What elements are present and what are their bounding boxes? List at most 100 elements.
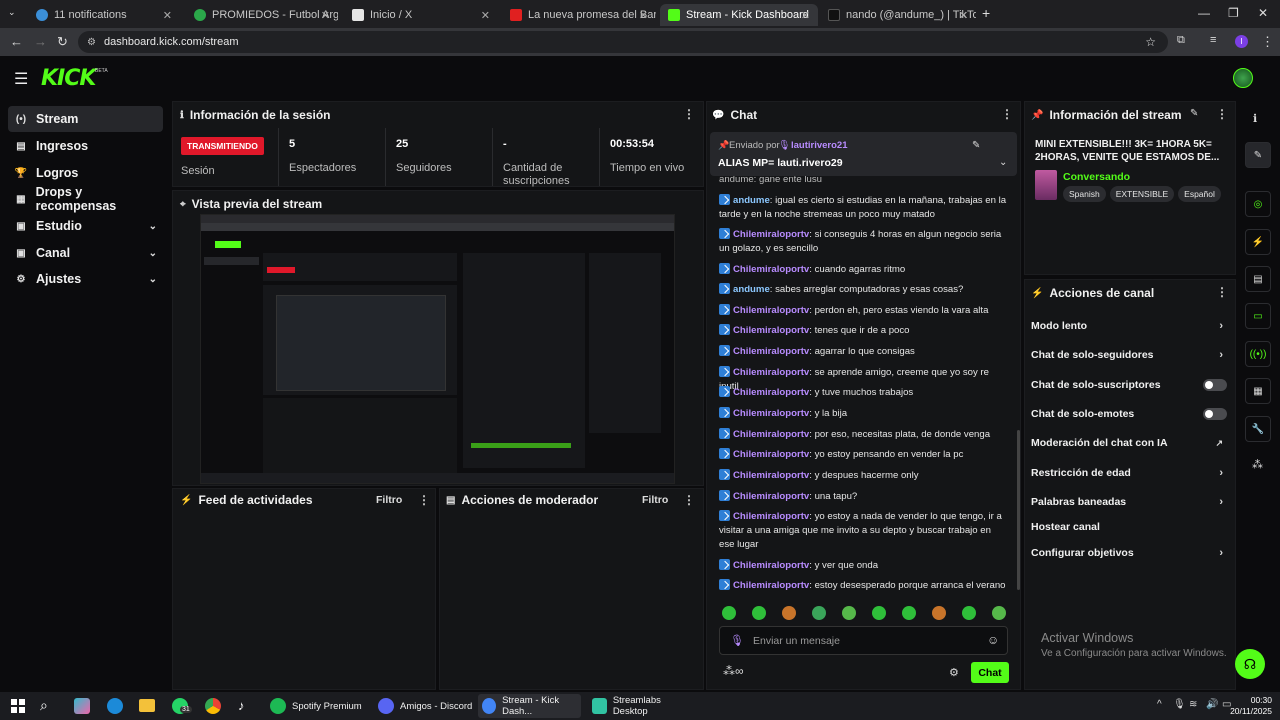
browser-tab[interactable]: Inicio / X ✕ (344, 4, 498, 26)
tag-chip[interactable]: Spanish (1063, 186, 1106, 202)
emote-icon[interactable] (752, 606, 766, 620)
more-options-icon[interactable]: ⋮ (1001, 107, 1013, 121)
chat-input-box[interactable]: 🎙 Enviar un mensaje ☺ (719, 626, 1008, 655)
emote-icon[interactable] (872, 606, 886, 620)
browser-tab[interactable]: 11 notifications ✕ (28, 4, 180, 26)
chat-send-button[interactable]: Chat (971, 662, 1009, 683)
tab-search-icon[interactable]: ⌄ (8, 7, 16, 18)
wrench-icon[interactable]: 🔧 (1245, 416, 1271, 442)
tag-chip[interactable]: EXTENSIBLE (1109, 186, 1175, 202)
action-followers-only[interactable]: Chat de solo-seguidores › (1031, 345, 1229, 365)
extensions-icon[interactable]: ⧉ (1177, 34, 1185, 47)
emote-icon[interactable] (962, 606, 976, 620)
points-icon[interactable]: ⁂∞ (723, 664, 744, 678)
emoji-icon[interactable]: ☺ (987, 633, 999, 647)
user-avatar[interactable] (1233, 68, 1253, 88)
close-icon[interactable]: ✕ (801, 9, 810, 22)
kick-logo[interactable]: KICK (41, 66, 96, 91)
broadcast-icon[interactable]: ((•)) (1245, 341, 1271, 367)
more-options-icon[interactable]: ⋮ (1216, 107, 1228, 121)
chevron-down-icon[interactable]: ⌄ (999, 157, 1007, 168)
action-goals[interactable]: Configurar objetivos › (1031, 543, 1229, 563)
chat-username[interactable]: Chilemiraloportv (733, 449, 809, 460)
category-name[interactable]: Conversando (1063, 171, 1130, 183)
action-emotes-only[interactable]: Chat de solo-emotes (1031, 404, 1229, 424)
edge-icon[interactable] (107, 698, 123, 714)
close-icon[interactable]: ✕ (321, 9, 330, 22)
camera-icon[interactable]: ◎ (1245, 191, 1271, 217)
chat-username[interactable]: Chilemiraloportv (733, 346, 809, 357)
sidebar-item-ajustes[interactable]: ⚙ Ajustes ⌄ (8, 266, 163, 292)
file-explorer-icon[interactable] (139, 699, 155, 712)
mic-icon[interactable]: 🎙 (730, 634, 744, 647)
window-close-icon[interactable]: ✕ (1258, 6, 1268, 20)
chat-username[interactable]: Chilemiraloportv (733, 387, 809, 398)
chat-scrollbar[interactable] (1017, 430, 1020, 590)
back-icon[interactable]: ← (10, 34, 23, 49)
chat-username[interactable]: Chilemiraloportv (733, 367, 809, 378)
mic-icon[interactable]: 🎙 (1173, 699, 1186, 710)
chat-username[interactable]: Chilemiraloportv (733, 305, 809, 316)
search-icon[interactable]: ⌕ (40, 697, 48, 714)
chat-username[interactable]: Chilemiraloportv (733, 580, 809, 591)
browser-tab[interactable]: PROMIEDOS - Futbol Argentina✕ (186, 4, 338, 26)
chat-username[interactable]: andume (733, 284, 770, 295)
chat-username[interactable]: Chilemiraloportv (733, 229, 809, 240)
taskbar-app-discord[interactable]: Amigos - Discord (374, 694, 474, 718)
close-icon[interactable]: ✕ (163, 9, 172, 22)
info-icon[interactable]: ℹ (1253, 112, 1257, 125)
chat-settings-icon[interactable]: ⚙ (949, 666, 959, 679)
emote-icon[interactable] (992, 606, 1006, 620)
edit-layout-icon[interactable]: ✎ (1245, 142, 1271, 168)
stream-preview-video[interactable] (200, 214, 675, 484)
browser-tab[interactable]: nando (@andume_) | TikTok ✕ (820, 4, 976, 26)
close-icon[interactable]: ✕ (481, 9, 490, 22)
action-host-channel[interactable]: Hostear canal (1031, 517, 1229, 537)
points-icon[interactable]: ⁂ (1252, 458, 1263, 471)
chat-username[interactable]: Chilemiraloportv (733, 429, 809, 440)
browser-tab-active[interactable]: Stream - Kick Dashboard ✕ (660, 4, 818, 26)
chrome-icon[interactable] (205, 698, 221, 714)
reload-icon[interactable]: ↻ (57, 34, 68, 50)
more-options-icon[interactable]: ⋮ (1216, 285, 1228, 299)
url-bar[interactable]: ⚙ dashboard.kick.com/stream ☆ (78, 31, 1168, 53)
more-options-icon[interactable]: ⋮ (683, 107, 695, 121)
emote-icon[interactable] (722, 606, 736, 620)
site-info-icon[interactable]: ⚙ (87, 37, 96, 48)
taskbar-app-spotify[interactable]: Spotify Premium (266, 694, 366, 718)
profile-avatar[interactable]: I (1235, 35, 1248, 48)
lightning-icon[interactable]: ⚡ (1245, 229, 1271, 255)
taskbar-app-streamlabs[interactable]: Streamlabs Desktop (588, 694, 692, 718)
sidebar-item-estudio[interactable]: ▣ Estudio ⌄ (8, 213, 163, 239)
action-slow-mode[interactable]: Modo lento › (1031, 316, 1229, 336)
sidebar-item-ingresos[interactable]: ▤ Ingresos (8, 133, 163, 159)
edit-icon[interactable]: ✎ (1190, 108, 1198, 119)
more-options-icon[interactable]: ⋮ (418, 493, 430, 507)
restore-icon[interactable]: ❐ (1228, 6, 1239, 20)
chat-username[interactable]: Chilemiraloportv (733, 264, 809, 275)
close-icon[interactable]: ✕ (959, 9, 968, 22)
chat-username[interactable]: Chilemiraloportv (733, 560, 809, 571)
action-age-restriction[interactable]: Restricción de edad › (1031, 463, 1229, 483)
copilot-icon[interactable] (74, 698, 90, 714)
chat-username[interactable]: Chilemiraloportv (733, 511, 809, 522)
browser-tab[interactable]: La nueva promesa del Barça no✕ (502, 4, 656, 26)
chat-username[interactable]: Chilemiraloportv (733, 470, 809, 481)
layout-icon[interactable]: ▦ (1245, 378, 1271, 404)
sidebar-item-canal[interactable]: ▣ Canal ⌄ (8, 240, 163, 266)
tiktok-icon[interactable]: ♪ (238, 698, 245, 713)
close-icon[interactable]: ✕ (639, 9, 648, 22)
activity-filter-button[interactable]: Filtro (376, 494, 402, 506)
windows-start-icon[interactable] (11, 699, 25, 713)
action-banned-words[interactable]: Palabras baneadas › (1031, 492, 1229, 512)
sidebar-item-logros[interactable]: 🏆 Logros (8, 160, 163, 186)
sidebar-item-stream[interactable]: (•) Stream (8, 106, 163, 132)
chat-bubble-icon[interactable]: ▭ (1245, 303, 1271, 329)
volume-icon[interactable]: 🔊 (1206, 699, 1218, 710)
more-options-icon[interactable]: ⋮ (683, 493, 695, 507)
forward-icon[interactable]: → (34, 34, 47, 49)
hamburger-menu-icon[interactable]: ☰ (14, 69, 28, 89)
chat-username[interactable]: Chilemiraloportv (733, 408, 809, 419)
pinned-user[interactable]: lautirivero21 (791, 140, 848, 151)
browser-menu-icon[interactable]: ⋮ (1261, 34, 1274, 50)
